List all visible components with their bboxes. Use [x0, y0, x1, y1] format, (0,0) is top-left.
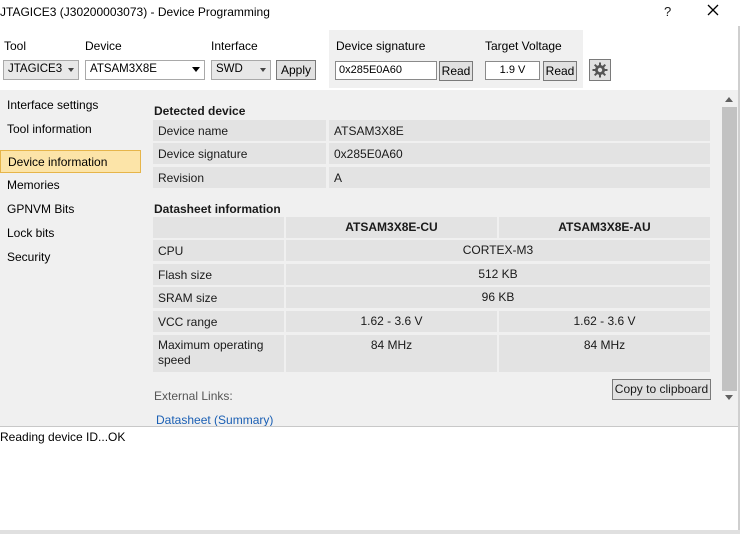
- chevron-down-icon: [68, 68, 74, 72]
- tool-select[interactable]: JTAGICE3: [3, 60, 79, 80]
- datasheet-value-speed-cu: 84 MHz: [286, 335, 497, 372]
- datasheet-summary-link[interactable]: Datasheet (Summary): [156, 413, 273, 426]
- interface-select-value: SWD: [216, 63, 243, 75]
- scroll-up-icon[interactable]: [725, 97, 733, 102]
- interface-select[interactable]: SWD: [211, 60, 271, 80]
- datasheet-label-flash: Flash size: [153, 264, 284, 285]
- datasheet-value-vcc-au: 1.62 - 3.6 V: [499, 311, 710, 332]
- gear-icon: [592, 62, 608, 81]
- tool-select-value: JTAGICE3: [8, 63, 63, 75]
- sidebar: Interface settings Tool information Devi…: [0, 90, 143, 426]
- device-information-panel: Detected device Device name ATSAM3X8E De…: [143, 90, 721, 426]
- interface-label: Interface: [211, 39, 258, 53]
- device-select-value: ATSAM3X8E: [90, 63, 157, 75]
- signature-label: Device signature: [336, 39, 426, 53]
- log-panel: Reading device ID...OK: [0, 426, 740, 530]
- toolbar: Tool JTAGICE3 Device ATSAM3X8E Interface…: [0, 26, 740, 90]
- datasheet-value-vcc-cu: 1.62 - 3.6 V: [286, 311, 497, 332]
- help-button[interactable]: ?: [664, 4, 671, 19]
- datasheet-information-title: Datasheet information: [154, 202, 281, 216]
- datasheet-label-sram: SRAM size: [153, 287, 284, 308]
- sidebar-item-tool-information[interactable]: Tool information: [0, 118, 141, 141]
- detected-value-revision: A: [329, 167, 710, 188]
- apply-button[interactable]: Apply: [276, 60, 316, 80]
- detected-value-device-name: ATSAM3X8E: [329, 120, 710, 141]
- read-voltage-button[interactable]: Read: [543, 61, 577, 81]
- sidebar-item-interface-settings[interactable]: Interface settings: [0, 94, 141, 117]
- datasheet-value-sram: 96 KB: [286, 287, 710, 308]
- signature-field[interactable]: 0x285E0A60: [335, 61, 437, 80]
- read-signature-button[interactable]: Read: [439, 61, 473, 81]
- scrollbar-thumb[interactable]: [722, 107, 737, 391]
- sidebar-item-device-information[interactable]: Device information: [0, 150, 141, 173]
- sidebar-item-memories[interactable]: Memories: [0, 174, 141, 197]
- title-bar: JTAGICE3 (J30200003073) - Device Program…: [0, 0, 740, 26]
- voltage-field[interactable]: 1.9 V: [485, 61, 540, 80]
- datasheet-header-cu: ATSAM3X8E-CU: [286, 217, 497, 238]
- voltage-label: Target Voltage: [485, 39, 562, 53]
- status-strip: [0, 530, 740, 534]
- signature-panel: Device signature 0x285E0A60 Read Target …: [329, 30, 583, 88]
- sidebar-item-security[interactable]: Security: [0, 246, 141, 269]
- device-label: Device: [85, 39, 122, 53]
- datasheet-header-au: ATSAM3X8E-AU: [499, 217, 710, 238]
- scroll-down-icon[interactable]: [725, 395, 733, 400]
- detected-value-device-signature: 0x285E0A60: [329, 143, 710, 164]
- detected-device-title: Detected device: [154, 104, 246, 118]
- sidebar-item-gpnvm-bits[interactable]: GPNVM Bits: [0, 198, 141, 221]
- sidebar-item-lock-bits[interactable]: Lock bits: [0, 222, 141, 245]
- chevron-down-icon: [192, 67, 200, 72]
- datasheet-label-vcc: VCC range: [153, 311, 284, 332]
- datasheet-label-max-speed: Maximum operating speed: [153, 335, 284, 372]
- settings-button[interactable]: [589, 59, 611, 81]
- external-links-label: External Links:: [154, 389, 233, 403]
- tool-label: Tool: [4, 39, 27, 53]
- detected-label-device-signature: Device signature: [153, 143, 326, 164]
- datasheet-header-empty: [153, 217, 284, 238]
- log-text: Reading device ID...OK: [0, 430, 126, 444]
- detected-label-revision: Revision: [153, 167, 326, 188]
- window-title: JTAGICE3 (J30200003073) - Device Program…: [0, 5, 270, 19]
- datasheet-value-flash: 512 KB: [286, 264, 710, 285]
- datasheet-label-cpu: CPU: [153, 240, 284, 261]
- datasheet-value-speed-au: 84 MHz: [499, 335, 710, 372]
- detected-label-device-name: Device name: [153, 120, 326, 141]
- close-icon[interactable]: [705, 2, 723, 20]
- datasheet-value-cpu: CORTEX-M3: [286, 240, 710, 261]
- vertical-scrollbar[interactable]: [721, 90, 738, 426]
- copy-to-clipboard-button[interactable]: Copy to clipboard: [612, 379, 711, 400]
- device-select[interactable]: ATSAM3X8E: [85, 60, 205, 80]
- chevron-down-icon: [260, 68, 266, 72]
